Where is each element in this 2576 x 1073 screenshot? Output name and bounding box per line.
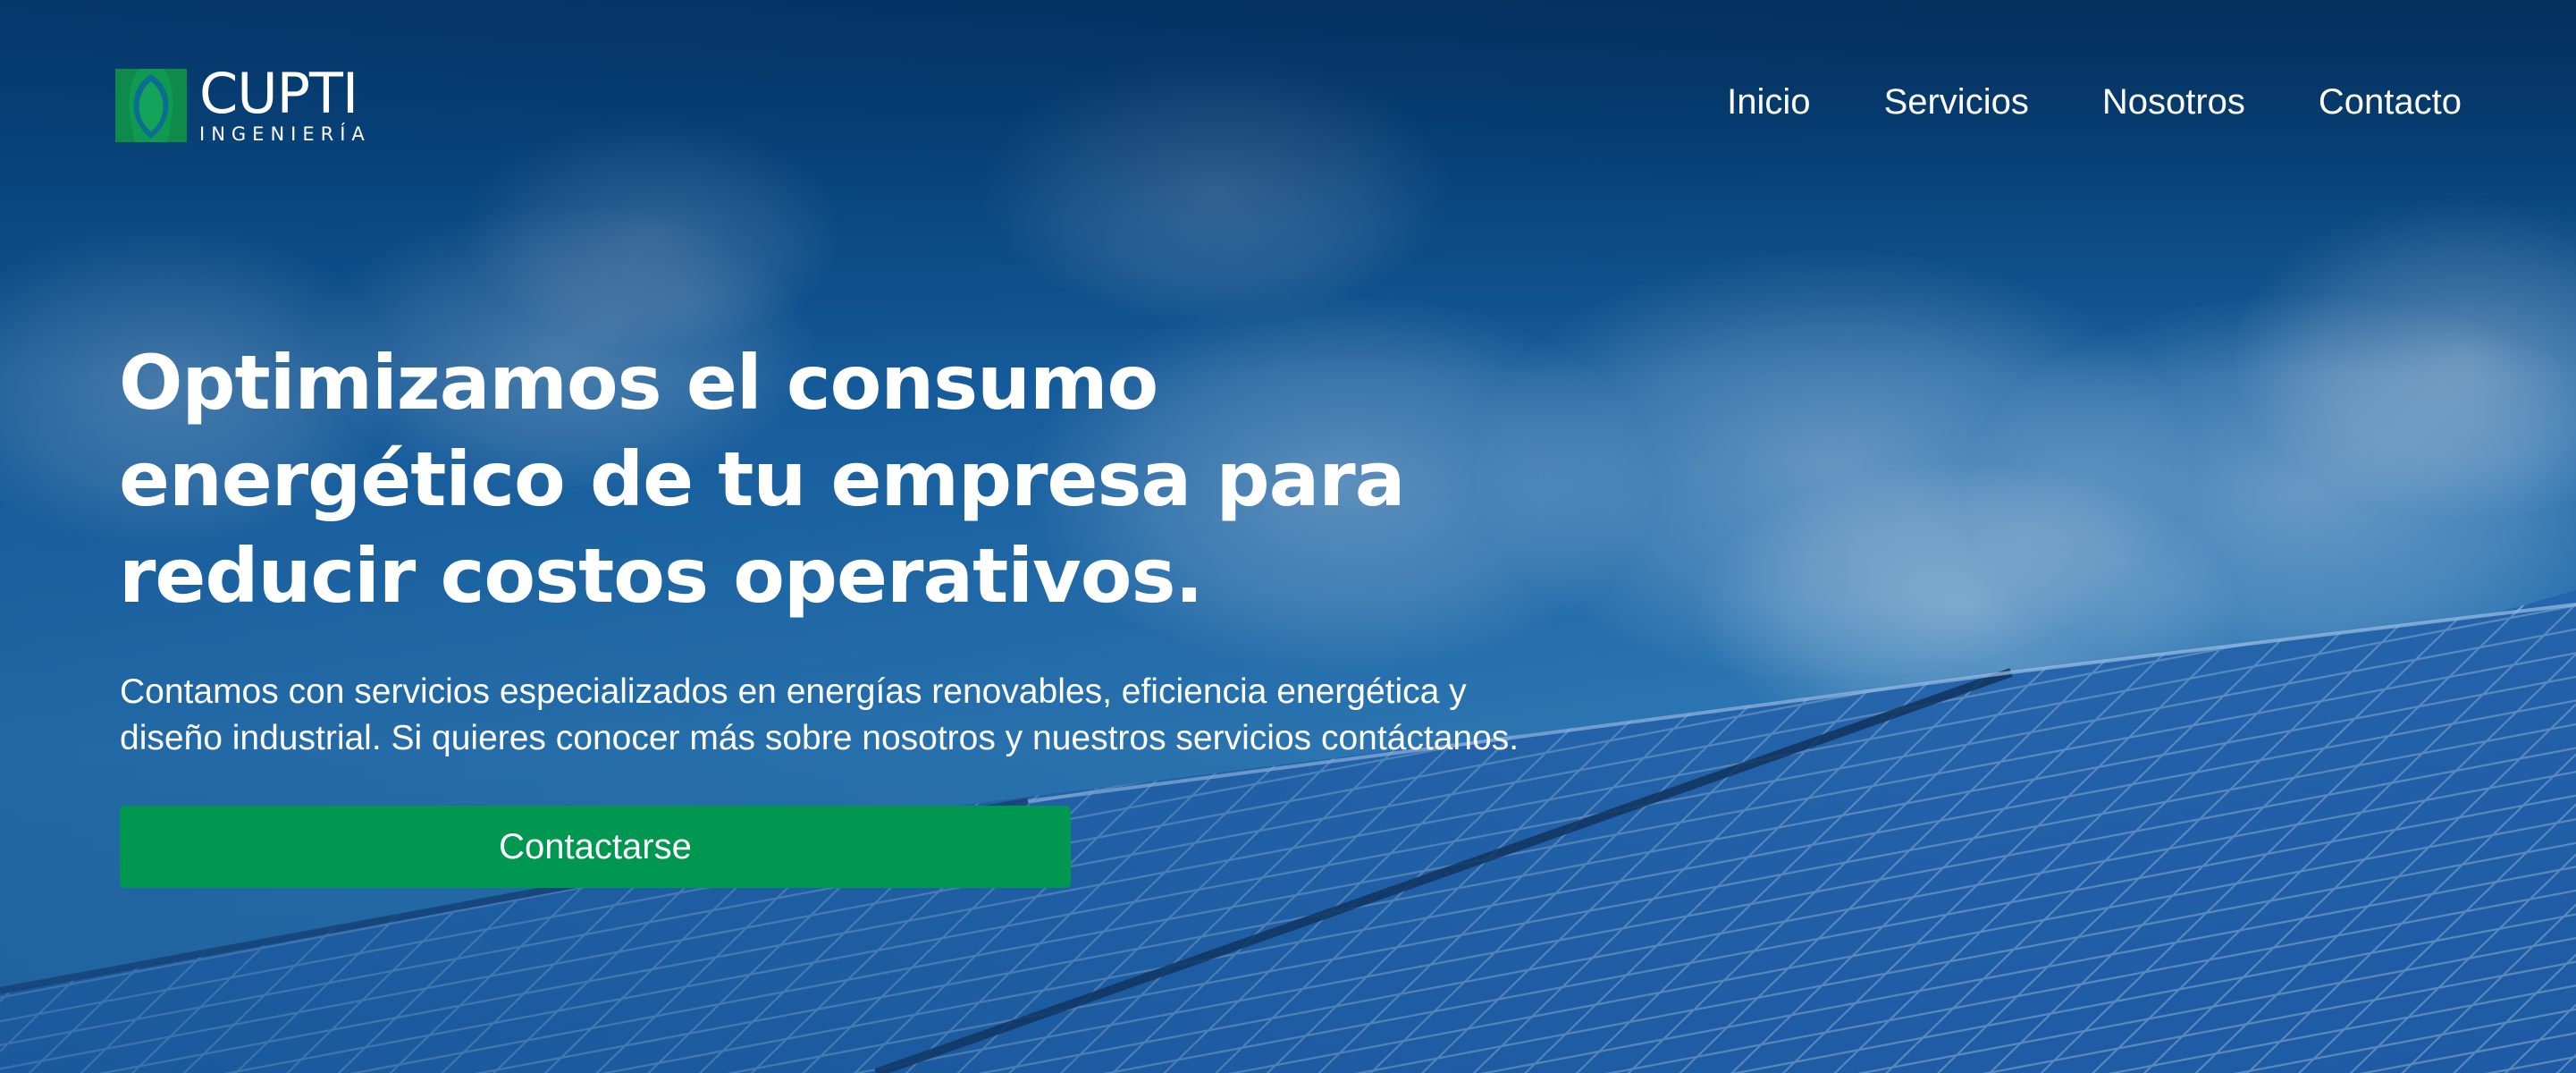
contact-cta-button[interactable]: Contactarse [120,806,1071,888]
brand-subtitle: INGENIERÍA [199,123,371,145]
nav-item-nosotros[interactable]: Nosotros [2102,82,2245,123]
hero-headline-line: reducir costos operativos. [119,532,1203,620]
nav-item-contacto[interactable]: Contacto [2319,82,2462,123]
hero-description-line: Contamos con servicios especializados en… [120,672,1467,711]
hero-headline-line: energético de tu empresa para [119,435,1405,523]
leaf-logo-icon [115,68,187,142]
brand-logo[interactable]: CUPTI INGENIERÍA [115,66,371,144]
hero-headline-line: Optimizamos el consumo [119,339,1158,427]
hero-description-line: diseño industrial. Si quieres conocer má… [120,719,1520,757]
brand-name: CUPTI [199,61,358,126]
hero-section: CUPTI INGENIERÍA Inicio Servicios Nosotr… [0,0,2576,1073]
nav-item-inicio[interactable]: Inicio [1727,82,1810,123]
main-navigation: Inicio Servicios Nosotros Contacto [1727,82,2462,123]
hero-headline: Optimizamos el consumo energético de tu … [119,334,1638,624]
nav-item-servicios[interactable]: Servicios [1884,82,2029,123]
hero-description: Contamos con servicios especializados en… [120,669,1773,762]
